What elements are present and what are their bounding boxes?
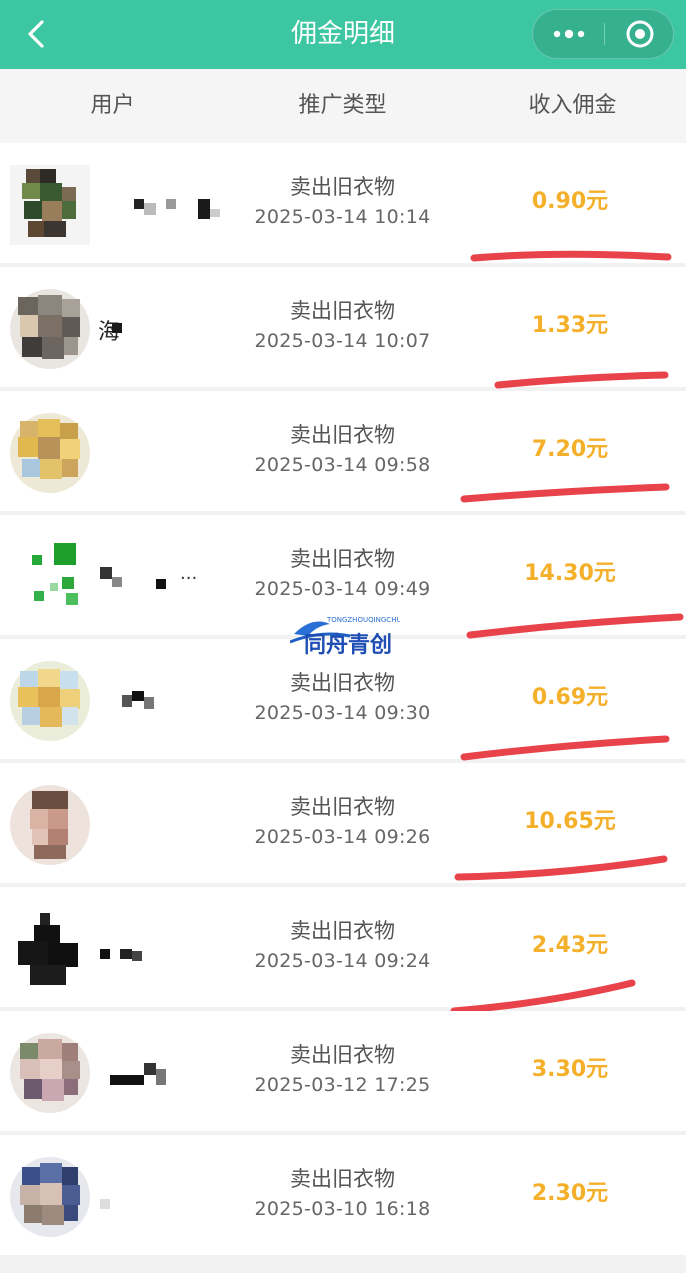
promotion-type: 卖出旧衣物 [290,671,395,695]
table-row[interactable]: 卖出旧衣物 2025-03-10 16:18 2.30元 [0,1135,686,1255]
user-nickname-blurred [122,691,154,709]
user-nickname-blurred [100,1199,110,1209]
user-nickname-blurred: ... [100,563,197,589]
record-time: 2025-03-14 09:58 [254,454,431,476]
commission-amount: 10.65元 [524,809,616,834]
record-time: 2025-03-14 10:07 [254,330,431,352]
record-time: 2025-03-14 09:49 [254,578,431,600]
user-nickname-blurred: 海 [98,320,122,345]
avatar [10,413,90,493]
commission-amount: 3.30元 [531,1057,609,1082]
watermark-subtext: TONGZHOUQINGCHUANG [326,616,400,624]
promotion-type: 卖出旧衣物 [290,795,395,819]
red-highlight-stroke [466,613,684,639]
avatar [10,165,90,245]
user-nickname-blurred [134,199,220,219]
record-time: 2025-03-14 09:24 [254,950,431,972]
red-highlight-stroke [494,371,669,389]
red-highlight-stroke [454,855,668,881]
commission-amount: 14.30元 [524,561,616,586]
record-time: 2025-03-14 09:26 [254,826,431,848]
commission-amount: 7.20元 [531,437,609,462]
table-row[interactable]: 卖出旧衣物 2025-03-12 17:25 3.30元 [0,1011,686,1131]
table-header: 用户 推广类型 收入佣金 [0,69,686,143]
promotion-type: 卖出旧衣物 [290,1043,395,1067]
table-row[interactable]: 卖出旧衣物 2025-03-14 09:24 2.43元 [0,887,686,1015]
record-time: 2025-03-14 09:30 [254,702,431,724]
red-highlight-stroke [470,250,672,262]
user-nickname-blurred [110,1063,166,1085]
back-button[interactable] [18,14,58,54]
watermark-text: 同舟青创 [304,632,392,658]
record-time: 2025-03-12 17:25 [254,1074,431,1096]
avatar [10,1033,90,1113]
table-row[interactable]: 卖出旧衣物 2025-03-14 09:26 10.65元 [0,763,686,883]
close-button[interactable] [617,15,663,53]
column-header-income: 收入佣金 [528,93,617,118]
table-row[interactable]: 卖出旧衣物 2025-03-14 09:58 7.20元 [0,391,686,511]
column-header-type: 推广类型 [298,93,387,118]
commission-amount: 0.69元 [531,685,609,710]
record-time: 2025-03-10 16:18 [254,1198,431,1220]
promotion-type: 卖出旧衣物 [290,919,395,943]
more-button[interactable] [545,15,593,53]
user-nickname: ... [180,563,197,584]
avatar [10,1157,90,1237]
mini-program-capsule [532,9,674,59]
capsule-divider [604,23,605,45]
promotion-type: 卖出旧衣物 [290,547,395,571]
red-highlight-stroke [460,483,670,503]
commission-amount: 2.30元 [531,1181,609,1206]
watermark-logo: TONGZHOUQINGCHUANG 同舟青创 [290,616,400,658]
promotion-type: 卖出旧衣物 [290,175,395,199]
red-highlight-stroke [450,979,636,1015]
commission-detail-screen: 佣金明细 用户 推广类型 收入佣金 卖出旧衣物 2025-03-14 10:14… [0,0,686,1273]
avatar [10,909,90,989]
chevron-left-icon [28,20,44,48]
promotion-type: 卖出旧衣物 [290,423,395,447]
commission-amount: 2.43元 [531,933,609,958]
record-time: 2025-03-14 10:14 [254,206,431,228]
more-dots-icon [553,29,585,39]
target-circle-icon [626,20,654,48]
promotion-type: 卖出旧衣物 [290,1167,395,1191]
promotion-type: 卖出旧衣物 [290,299,395,323]
table-row[interactable]: 卖出旧衣物 2025-03-14 10:14 0.90元 [0,143,686,263]
red-highlight-stroke [460,735,670,761]
commission-amount: 0.90元 [531,189,609,214]
nav-bar: 佣金明细 [0,0,686,69]
table-row[interactable]: 海 卖出旧衣物 2025-03-14 10:07 1.33元 [0,267,686,389]
avatar [10,785,90,865]
user-nickname-blurred [100,949,142,961]
avatar [10,537,90,617]
commission-amount: 1.33元 [531,313,609,338]
avatar [10,289,90,369]
column-header-user: 用户 [90,93,135,118]
avatar [10,661,90,741]
